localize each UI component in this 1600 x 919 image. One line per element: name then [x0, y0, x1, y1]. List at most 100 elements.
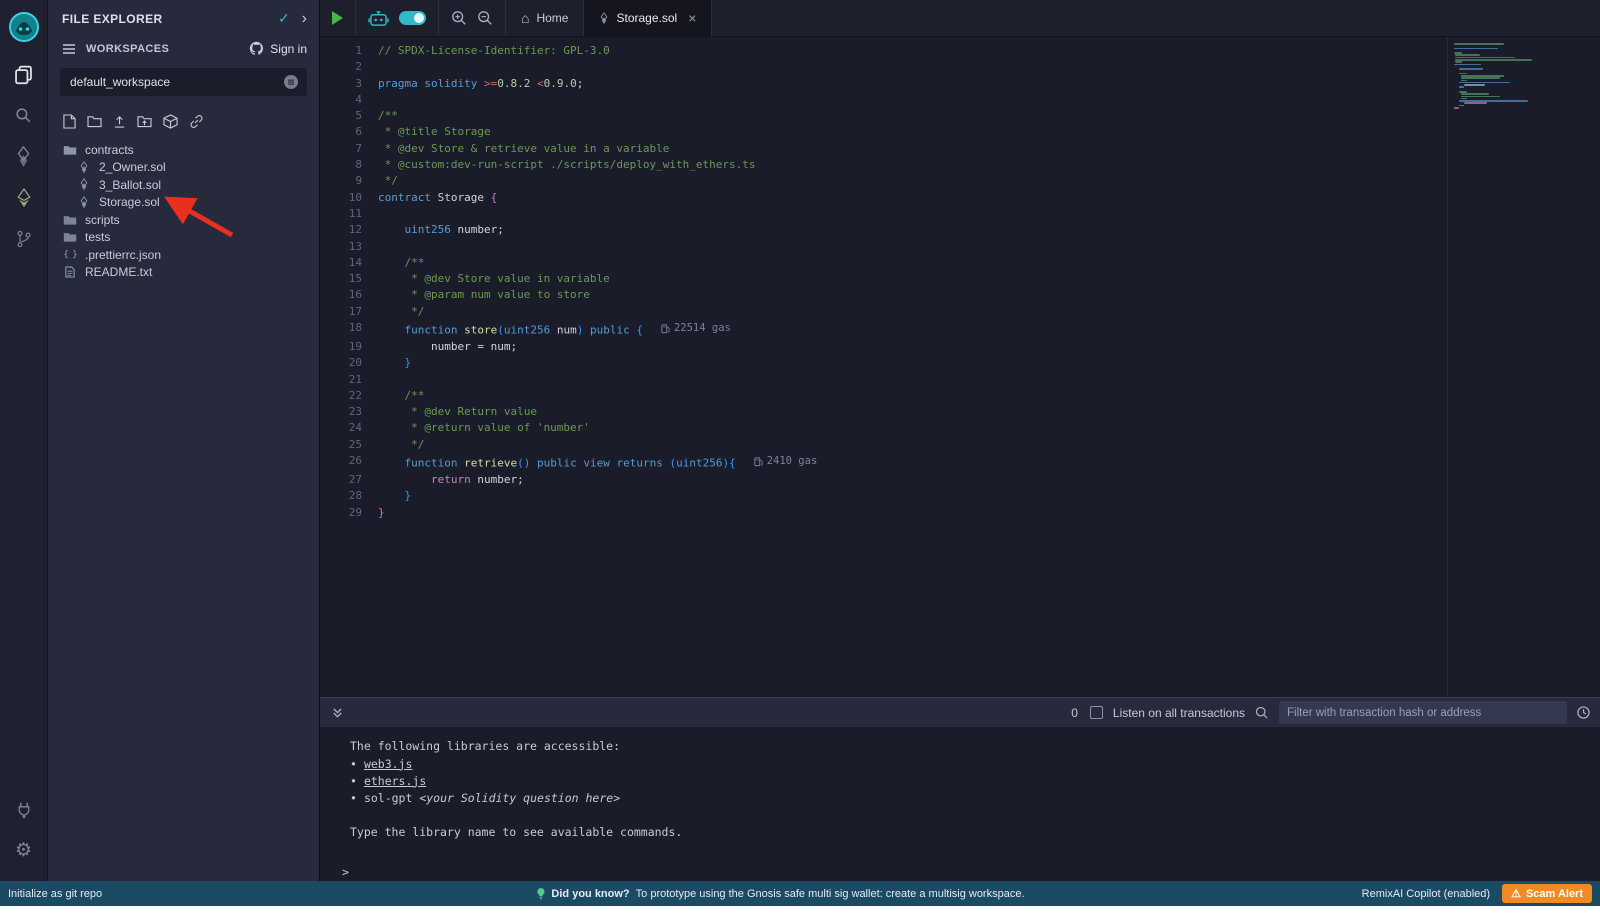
tree-item[interactable]: { }.prettierrc.json: [48, 246, 319, 264]
hamburger-menu-icon[interactable]: [62, 43, 76, 55]
tree-item[interactable]: tests: [48, 229, 319, 247]
publish-workspace-icon[interactable]: [163, 114, 178, 129]
terminal-line: The following libraries are accessible:: [350, 738, 1600, 755]
tree-item[interactable]: 2_Owner.sol: [48, 159, 319, 177]
close-tab-icon[interactable]: ×: [688, 10, 696, 26]
main-area: ⌂ Home Storage.sol × 1// SPDX-License-Id…: [320, 0, 1600, 881]
copilot-toggle[interactable]: [399, 11, 426, 25]
tree-item[interactable]: contracts: [48, 141, 319, 159]
line-number: 11: [320, 206, 378, 222]
code-line[interactable]: 24 * @return value of 'number': [320, 420, 1600, 436]
code-line[interactable]: 10contract Storage {: [320, 190, 1600, 206]
line-number: 3: [320, 76, 378, 92]
code-line[interactable]: 8 * @custom:dev-run-script ./scripts/dep…: [320, 157, 1600, 173]
code-line[interactable]: 4: [320, 92, 1600, 108]
panel-header: FILE EXPLORER ✓ ›: [48, 0, 319, 35]
code-line[interactable]: 7 * @dev Store & retrieve value in a var…: [320, 141, 1600, 157]
code-line[interactable]: 15 * @dev Store value in variable: [320, 271, 1600, 287]
code-line[interactable]: 13: [320, 239, 1600, 255]
code-line[interactable]: 12 uint256 number;: [320, 222, 1600, 238]
solidity-compiler-icon[interactable]: [0, 136, 48, 177]
tree-item[interactable]: scripts: [48, 211, 319, 229]
folder-icon: [62, 231, 78, 243]
plugin-manager-icon[interactable]: [0, 789, 48, 830]
tab-storage-sol[interactable]: Storage.sol ×: [584, 0, 712, 36]
scam-alert-button[interactable]: ⚠ Scam Alert: [1502, 884, 1592, 903]
code-line[interactable]: 18 function store(uint256 num) public {2…: [320, 320, 1600, 339]
new-file-icon[interactable]: [63, 114, 76, 129]
chevron-right-icon[interactable]: ›: [302, 11, 307, 27]
history-clock-icon[interactable]: [1577, 706, 1590, 719]
upload-file-icon[interactable]: [113, 114, 126, 129]
terminal-link[interactable]: ethers.js: [364, 774, 426, 788]
file-explorer-icon[interactable]: [0, 54, 48, 95]
code-line[interactable]: 25 */: [320, 437, 1600, 453]
remix-logo[interactable]: [0, 0, 48, 54]
git-init-button[interactable]: Initialize as git repo: [8, 888, 102, 900]
code-line[interactable]: 9 */: [320, 173, 1600, 189]
code-line[interactable]: 26 function retrieve() public view retur…: [320, 453, 1600, 472]
terminal[interactable]: The following libraries are accessible:•…: [320, 727, 1600, 881]
solidity-file-icon: [599, 12, 609, 25]
bottom-strip: [0, 906, 1600, 919]
workspaces-row: WORKSPACES Sign in: [48, 35, 319, 62]
code-line[interactable]: 14 /**: [320, 255, 1600, 271]
code-line[interactable]: 20 }: [320, 355, 1600, 371]
warning-icon: ⚠: [1511, 887, 1521, 900]
code-line[interactable]: 3pragma solidity >=0.8.2 <0.9.0;: [320, 76, 1600, 92]
minimap[interactable]: [1447, 37, 1545, 697]
zoom-in-icon[interactable]: [451, 10, 467, 26]
code-line[interactable]: 6 * @title Storage: [320, 124, 1600, 140]
terminal-toolbar: 0 Listen on all transactions: [320, 697, 1600, 727]
tree-item-label: .prettierrc.json: [85, 248, 161, 262]
workspace-options-icon[interactable]: [283, 74, 299, 90]
code-line[interactable]: 28 }: [320, 488, 1600, 504]
transaction-filter-input[interactable]: [1279, 701, 1567, 724]
code-line[interactable]: 5/**: [320, 108, 1600, 124]
tree-item[interactable]: Storage.sol: [48, 194, 319, 212]
run-script-button[interactable]: [332, 11, 343, 25]
code-line[interactable]: 22 /**: [320, 388, 1600, 404]
code-line[interactable]: 19 number = num;: [320, 339, 1600, 355]
code-editor[interactable]: 1// SPDX-License-Identifier: GPL-3.023pr…: [320, 37, 1600, 697]
terminal-line: [350, 842, 1600, 859]
search-icon[interactable]: [0, 95, 48, 136]
deploy-run-icon[interactable]: [0, 177, 48, 218]
code-line[interactable]: 27 return number;: [320, 472, 1600, 488]
remix-ide: ⚙ FILE EXPLORER ✓ › WORKSPACES Sign in d…: [0, 0, 1600, 919]
listen-all-checkbox[interactable]: [1090, 706, 1103, 719]
upload-folder-icon[interactable]: [137, 115, 152, 128]
code-line[interactable]: 21: [320, 372, 1600, 388]
tree-item[interactable]: 3_Ballot.sol: [48, 176, 319, 194]
sign-in-label: Sign in: [270, 42, 307, 56]
tree-item[interactable]: README.txt: [48, 264, 319, 282]
code-line[interactable]: 17 */: [320, 304, 1600, 320]
code-line[interactable]: 11: [320, 206, 1600, 222]
copilot-status: RemixAI Copilot (enabled): [1362, 888, 1490, 900]
tree-item-label: contracts: [85, 143, 134, 157]
tab-home[interactable]: ⌂ Home: [506, 0, 584, 36]
line-number: 16: [320, 287, 378, 303]
remixai-robot-icon[interactable]: [368, 10, 389, 27]
line-number: 13: [320, 239, 378, 255]
line-number: 23: [320, 404, 378, 420]
line-number: 24: [320, 420, 378, 436]
terminal-search-icon[interactable]: [1255, 706, 1269, 720]
code-line[interactable]: 16 * @param num value to store: [320, 287, 1600, 303]
settings-gear-icon[interactable]: ⚙: [0, 830, 48, 871]
zoom-out-icon[interactable]: [477, 10, 493, 26]
code-line[interactable]: 1// SPDX-License-Identifier: GPL-3.0: [320, 43, 1600, 59]
line-number: 9: [320, 173, 378, 189]
line-number: 28: [320, 488, 378, 504]
git-icon[interactable]: [0, 218, 48, 259]
link-icon[interactable]: [189, 114, 204, 129]
code-line[interactable]: 2: [320, 59, 1600, 75]
terminal-expand-icon[interactable]: [332, 707, 343, 719]
terminal-prompt: >: [342, 864, 1600, 881]
code-line[interactable]: 29}: [320, 505, 1600, 521]
terminal-link[interactable]: web3.js: [364, 757, 412, 771]
workspace-select[interactable]: default_workspace: [60, 68, 307, 96]
sign-in-button[interactable]: Sign in: [249, 41, 307, 56]
new-folder-icon[interactable]: [87, 115, 102, 128]
code-line[interactable]: 23 * @dev Return value: [320, 404, 1600, 420]
